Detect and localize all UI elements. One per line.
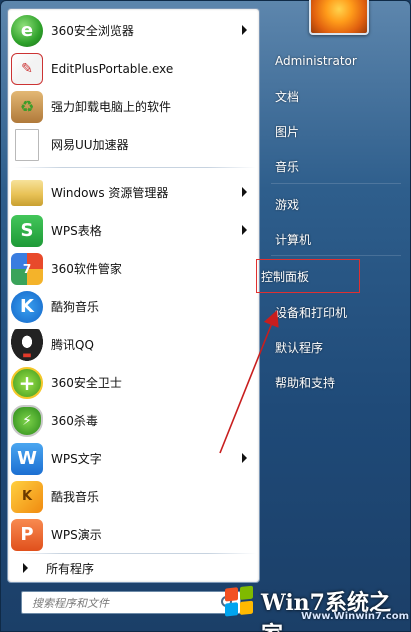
program-item-qq[interactable]: ▬ 腾讯QQ bbox=[11, 326, 257, 363]
watermark-url: Www.Winwin7.com bbox=[301, 611, 410, 622]
right-item-help-support[interactable]: 帮助和支持 bbox=[275, 371, 405, 393]
program-label: 网易UU加速器 bbox=[51, 138, 129, 152]
right-item-label: 设备和打印机 bbox=[275, 305, 348, 320]
right-item-pictures[interactable]: 图片 bbox=[275, 120, 405, 142]
right-item-label: 默认程序 bbox=[275, 340, 324, 355]
right-item-devices-printers[interactable]: 设备和打印机 bbox=[275, 301, 405, 323]
user-avatar[interactable] bbox=[309, 0, 369, 35]
divider bbox=[271, 183, 401, 184]
program-item-360-software-manager[interactable]: 7 360软件管家 bbox=[11, 250, 257, 287]
program-item-wps-presentation[interactable]: P WPS演示 bbox=[11, 516, 257, 553]
wps-presentation-icon: P bbox=[11, 518, 43, 551]
program-item-wps-writer[interactable]: W WPS文字 bbox=[11, 440, 257, 477]
program-item-editplus[interactable]: ✎ EditPlusPortable.exe bbox=[11, 50, 257, 87]
program-label: WPS表格 bbox=[51, 224, 102, 238]
program-label: 酷我音乐 bbox=[51, 490, 100, 504]
submenu-arrow-icon[interactable] bbox=[242, 225, 247, 235]
right-item-default-programs[interactable]: 默认程序 bbox=[275, 336, 405, 358]
qq-penguin-icon: ▬ bbox=[11, 328, 43, 361]
right-item-label: 文档 bbox=[275, 89, 300, 104]
control-panel-highlight-box bbox=[256, 259, 360, 293]
wps-writer-icon: W bbox=[11, 442, 43, 475]
wps-spreadsheet-icon: S bbox=[11, 214, 43, 247]
divider bbox=[271, 255, 401, 256]
program-label: 360安全浏览器 bbox=[51, 24, 134, 38]
uninstall-box-icon: ♻ bbox=[11, 90, 43, 123]
program-label: Windows 资源管理器 bbox=[51, 186, 169, 200]
watermark: Win7系统之家 Www.Winwin7.com bbox=[217, 581, 410, 632]
submenu-arrow-icon[interactable] bbox=[242, 453, 247, 463]
all-programs-label: 所有程序 bbox=[46, 561, 95, 576]
start-menu: e 360安全浏览器 ✎ EditPlusPortable.exe ♻ 强力卸载… bbox=[0, 0, 411, 632]
program-label: WPS文字 bbox=[51, 452, 102, 466]
right-item-label: 图片 bbox=[275, 124, 300, 139]
program-item-360-security[interactable]: + 360安全卫士 bbox=[11, 364, 257, 401]
360-antivirus-shield-icon: ⚡ bbox=[11, 404, 43, 437]
kugou-music-icon: K bbox=[11, 290, 43, 323]
program-label: 酷狗音乐 bbox=[51, 300, 100, 314]
program-item-explorer[interactable]: Windows 资源管理器 bbox=[11, 174, 257, 211]
right-item-label: 帮助和支持 bbox=[275, 375, 336, 390]
watermark-brand: Win7系统之家 bbox=[261, 590, 391, 632]
right-item-games[interactable]: 游戏 bbox=[275, 193, 405, 215]
program-item-uu-accelerator[interactable]: 网易UU加速器 bbox=[11, 126, 257, 163]
editplus-icon: ✎ bbox=[11, 52, 43, 85]
program-item-kugou[interactable]: K 酷狗音乐 bbox=[11, 288, 257, 325]
expand-arrow-icon bbox=[23, 563, 28, 573]
program-label: 360软件管家 bbox=[51, 262, 122, 276]
folder-icon bbox=[11, 179, 43, 206]
360-software-manager-icon: 7 bbox=[11, 252, 43, 285]
right-item-administrator[interactable]: Administrator bbox=[275, 50, 405, 72]
program-label: 强力卸载电脑上的软件 bbox=[51, 100, 172, 114]
program-item-uninstall[interactable]: ♻ 强力卸载电脑上的软件 bbox=[11, 88, 257, 125]
360-security-icon: + bbox=[11, 366, 43, 399]
program-label: EditPlusPortable.exe bbox=[51, 61, 174, 76]
right-item-label: 音乐 bbox=[275, 159, 300, 174]
360-browser-icon: e bbox=[11, 14, 43, 47]
program-label: WPS演示 bbox=[51, 528, 102, 542]
kuwo-music-icon: K bbox=[11, 480, 43, 513]
program-item-360-browser[interactable]: e 360安全浏览器 bbox=[11, 12, 257, 49]
windows-logo-icon bbox=[225, 585, 255, 618]
program-item-kuwo[interactable]: K 酷我音乐 bbox=[11, 478, 257, 515]
program-label: 360杀毒 bbox=[51, 414, 98, 428]
divider bbox=[14, 553, 256, 554]
right-item-label: Administrator bbox=[275, 54, 357, 68]
programs-pane: e 360安全浏览器 ✎ EditPlusPortable.exe ♻ 强力卸载… bbox=[7, 8, 260, 583]
search-input[interactable]: 搜索程序和文件 bbox=[21, 591, 241, 614]
right-item-documents[interactable]: 文档 bbox=[275, 85, 405, 107]
right-item-label: 游戏 bbox=[275, 197, 300, 212]
right-item-music[interactable]: 音乐 bbox=[275, 155, 405, 177]
program-item-wps-spreadsheet[interactable]: S WPS表格 bbox=[11, 212, 257, 249]
program-label: 360安全卫士 bbox=[51, 376, 122, 390]
divider bbox=[14, 167, 256, 168]
program-label: 腾讯QQ bbox=[51, 338, 94, 352]
search-placeholder: 搜索程序和文件 bbox=[32, 596, 109, 610]
all-programs-button[interactable]: 所有程序 bbox=[11, 556, 257, 580]
submenu-arrow-icon[interactable] bbox=[242, 187, 247, 197]
blank-document-icon bbox=[15, 128, 39, 161]
program-item-360-antivirus[interactable]: ⚡ 360杀毒 bbox=[11, 402, 257, 439]
submenu-arrow-icon[interactable] bbox=[242, 25, 247, 35]
right-item-computer[interactable]: 计算机 bbox=[275, 228, 405, 250]
right-item-label: 计算机 bbox=[275, 232, 312, 247]
